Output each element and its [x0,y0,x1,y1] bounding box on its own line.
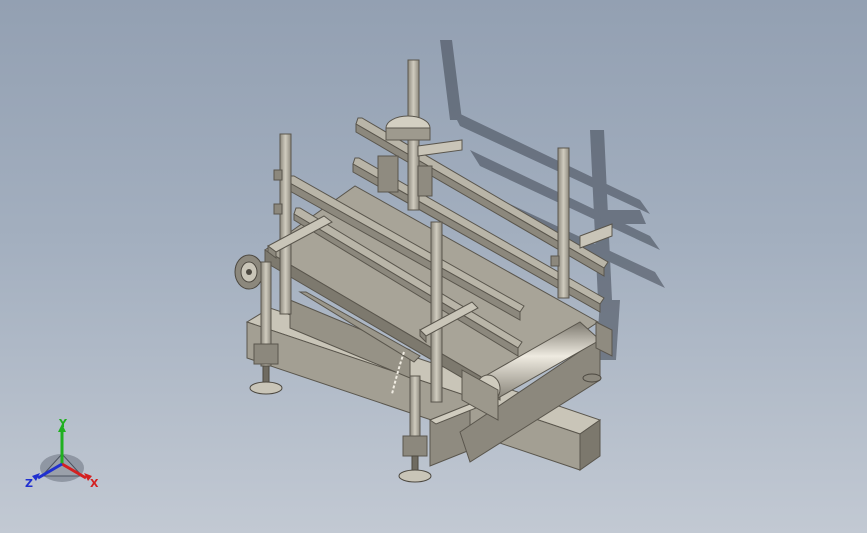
x-axis-label: X [90,477,99,490]
left-sprocket [234,254,264,290]
axis-triad: Y X Z [25,418,99,490]
3d-viewport[interactable]: Y X Z [0,0,867,533]
y-axis-label: Y [58,418,68,430]
z-axis-label: Z [25,477,33,490]
conveyor-model[interactable] [0,0,867,533]
